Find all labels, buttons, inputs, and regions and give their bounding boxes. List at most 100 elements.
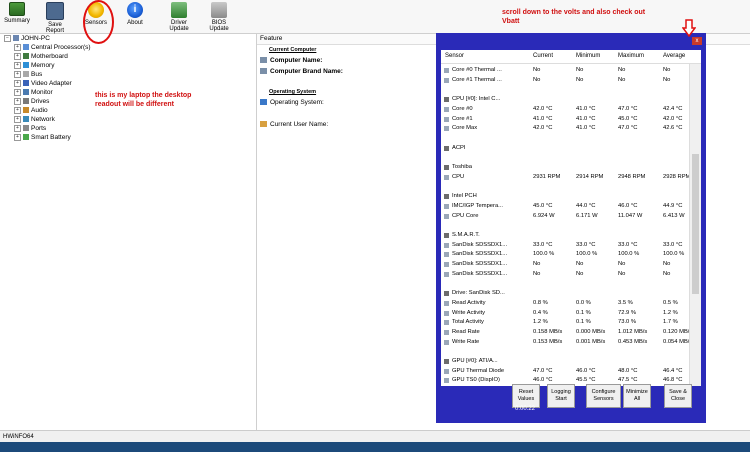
sensor-value-avg: 42.0 °C xyxy=(663,115,683,122)
expand-icon[interactable]: + xyxy=(14,124,21,132)
expand-icon[interactable]: + xyxy=(14,61,21,69)
sensor-row[interactable]: Write Rate 0.153 MB/s 0.001 MB/s 0.453 MB/s… xyxy=(441,338,689,347)
device-tree: − JOHN-PC + Central Processor(s) + Motherboa… xyxy=(0,34,257,430)
tree-item-label: Motherboard xyxy=(31,53,68,60)
about-button[interactable]: i About xyxy=(124,2,146,26)
sensor-list[interactable]: Core #0 Thermal ... No No No No Core #1 Therm… xyxy=(441,64,689,386)
sensor-name: Read Rate xyxy=(452,328,480,335)
expand-icon[interactable]: + xyxy=(14,70,21,78)
computer-icon xyxy=(260,68,267,75)
sensor-group-row[interactable]: S.M.A.R.T. xyxy=(441,231,689,240)
tree-item[interactable]: + Network xyxy=(14,115,55,124)
logging-start-button[interactable]: Logging Start xyxy=(547,384,575,408)
sensor-row[interactable]: CPU Core 6.924 W 6.171 W 11.047 W 6.413 W xyxy=(441,212,689,221)
sensor-row[interactable]: IMC/IGP Tempera... 45.0 °C 44.0 °C 46.0 °C 4… xyxy=(441,202,689,211)
sensor-row[interactable]: Core #1 Thermal ... No No No No xyxy=(441,76,689,85)
sensor-row[interactable]: Core #0 Thermal ... No No No No xyxy=(441,66,689,75)
device-icon xyxy=(23,44,29,51)
sensor-row[interactable]: GPU Thermal Diode 47.0 °C 46.0 °C 48.0 °C 46… xyxy=(441,367,689,376)
sensor-row[interactable]: SanDisk SDSSDX1... No No No No xyxy=(441,260,689,269)
sensor-name: ACPI xyxy=(452,144,466,151)
sensor-row[interactable]: CPU 2931 RPM 2914 RPM 2948 RPM 2928 RPM xyxy=(441,173,689,182)
expand-icon[interactable]: + xyxy=(14,52,21,60)
sensor-group-row[interactable]: ACPI xyxy=(441,144,689,153)
bios-update-button[interactable]: BIOS Update xyxy=(202,2,236,32)
sensor-value-max: 48.0 °C xyxy=(618,367,638,374)
driver-update-button[interactable]: Driver Update xyxy=(162,2,196,32)
expand-icon[interactable]: + xyxy=(14,115,21,123)
summary-button[interactable]: Summary xyxy=(4,2,30,24)
expand-icon[interactable]: + xyxy=(14,106,21,114)
sensor-row[interactable]: Total Activity 1.2 % 0.1 % 73.0 % 1.7 % xyxy=(441,318,689,327)
summary-label: Summary xyxy=(4,18,30,24)
sensor-name: Intel PCH xyxy=(452,193,477,200)
sensor-row[interactable]: Read Rate 0.158 MB/s 0.000 MB/s 1.012 MB/s 0… xyxy=(441,328,689,337)
device-icon xyxy=(23,116,29,123)
column-minimum[interactable]: Minimum xyxy=(576,50,600,63)
collapse-icon[interactable]: − xyxy=(4,34,11,42)
sensor-row[interactable] xyxy=(441,221,689,230)
sensor-value-min: No xyxy=(576,76,584,83)
sensor-row[interactable] xyxy=(441,347,689,356)
sensor-row[interactable]: SanDisk SDSSDX1... No No No No xyxy=(441,270,689,279)
tree-item[interactable]: + Audio xyxy=(14,106,48,115)
expand-icon[interactable]: + xyxy=(14,88,21,96)
tree-item[interactable]: + Monitor xyxy=(14,88,53,97)
annotation-top: scroll down to the volts and also check … xyxy=(502,9,646,25)
tree-item[interactable]: + Central Processor(s) xyxy=(14,43,91,52)
tree-item[interactable]: + Memory xyxy=(14,61,54,70)
sensor-group-row[interactable]: Toshiba xyxy=(441,163,689,172)
sensor-name: Total Activity xyxy=(452,319,484,326)
minimize-all-button[interactable]: Minimize All xyxy=(623,384,651,408)
sensor-group-row[interactable]: Drive: SanDisk SD... xyxy=(441,289,689,298)
tree-item[interactable]: + Smart Battery xyxy=(14,133,71,142)
sensor-icon xyxy=(444,300,449,306)
save-close-button[interactable]: Save & Close xyxy=(664,384,692,408)
column-sensor[interactable]: Sensor xyxy=(445,50,464,63)
sensor-row[interactable]: Core #0 42.0 °C 41.0 °C 47.0 °C 42.4 °C xyxy=(441,105,689,114)
sensor-group-row[interactable]: Intel PCH xyxy=(441,192,689,201)
tree-item[interactable]: + Drives xyxy=(14,97,49,106)
sensor-row[interactable] xyxy=(441,134,689,143)
sensor-row[interactable] xyxy=(441,279,689,288)
expand-icon[interactable]: + xyxy=(14,97,21,105)
annotation-left: this is my laptop the desktop readout wi… xyxy=(95,92,192,108)
tree-root[interactable]: − JOHN-PC xyxy=(4,34,50,43)
sensor-name: Read Activity xyxy=(452,299,486,306)
configure-sensors-button[interactable]: Configure Sensors xyxy=(586,384,621,408)
scrollbar-thumb[interactable] xyxy=(692,154,699,294)
sensor-value-min: 0.001 MB/s xyxy=(576,338,606,345)
sensor-row[interactable]: Read Activity 0.8 % 0.0 % 3.5 % 0.5 % xyxy=(441,299,689,308)
tree-item[interactable]: + Ports xyxy=(14,124,46,133)
sensor-row[interactable]: SanDisk SDSSDX1... 33.0 °C 33.0 °C 33.0 °C 3… xyxy=(441,241,689,250)
sensor-value-cur: 41.0 °C xyxy=(533,115,553,122)
sensor-icon xyxy=(444,291,449,297)
sensor-row[interactable] xyxy=(441,182,689,191)
sensor-group-row[interactable]: CPU [#0]: Intel C... xyxy=(441,95,689,104)
tree-item[interactable]: + Video Adapter xyxy=(14,79,72,88)
sensor-row[interactable]: Write Activity 0.4 % 0.1 % 72.9 % 1.2 % xyxy=(441,309,689,318)
tree-item[interactable]: + Bus xyxy=(14,70,42,79)
sensor-row[interactable] xyxy=(441,153,689,162)
taskbar xyxy=(0,442,750,452)
sensor-row[interactable]: Core Max 42.0 °C 41.0 °C 47.0 °C 42.6 °C xyxy=(441,124,689,133)
column-maximum[interactable]: Maximum xyxy=(618,50,644,63)
expand-icon[interactable]: + xyxy=(14,133,21,141)
device-icon xyxy=(23,62,29,69)
close-button[interactable]: x xyxy=(692,37,702,45)
expand-icon[interactable]: + xyxy=(14,43,21,51)
column-average[interactable]: Average xyxy=(663,50,685,63)
sensor-row[interactable] xyxy=(441,85,689,94)
expand-icon[interactable]: + xyxy=(14,79,21,87)
column-current[interactable]: Current xyxy=(533,50,553,63)
sensor-row[interactable]: Core #1 41.0 °C 41.0 °C 45.0 °C 42.0 °C xyxy=(441,115,689,124)
sensor-icon xyxy=(444,242,449,248)
sensor-value-min: 2914 RPM xyxy=(576,173,604,180)
tree-item[interactable]: + Motherboard xyxy=(14,52,68,61)
sensor-row[interactable]: SanDisk SDSSDX1... 100.0 % 100.0 % 100.0 % 1… xyxy=(441,250,689,259)
scrollbar[interactable] xyxy=(689,64,701,386)
save-report-button[interactable]: Save Report xyxy=(40,2,70,34)
reset-values-button[interactable]: Reset Values xyxy=(512,384,540,408)
operating-system-section: Operating System xyxy=(269,89,317,95)
sensor-group-row[interactable]: GPU [#0]: ATI/A... xyxy=(441,357,689,366)
